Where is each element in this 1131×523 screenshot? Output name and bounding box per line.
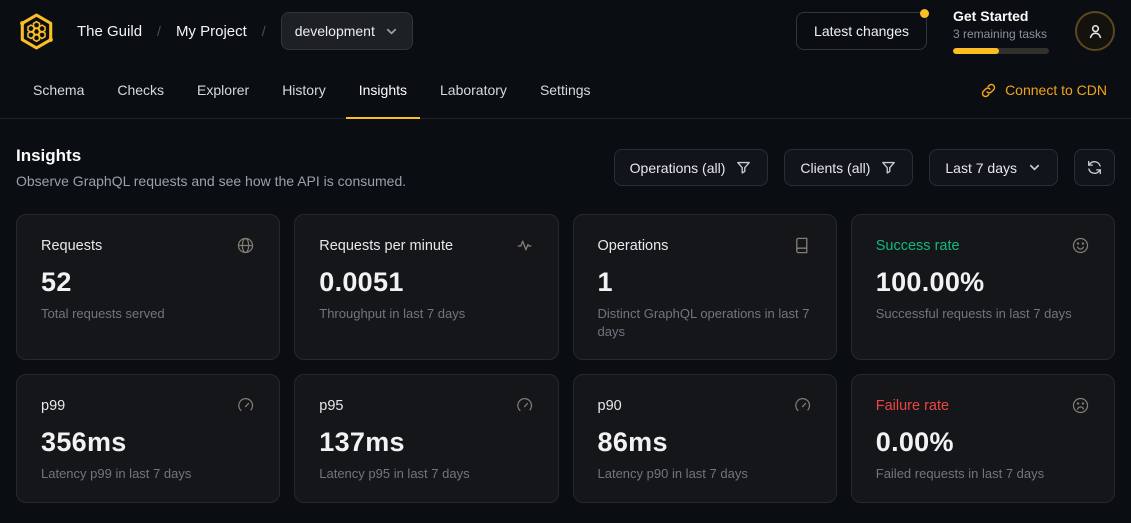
latest-changes-button[interactable]: Latest changes	[796, 12, 927, 50]
project-tabs: SchemaChecksExplorerHistoryInsightsLabor…	[20, 62, 604, 118]
stat-card-value: 52	[41, 267, 255, 298]
stat-card-description: Failed requests in last 7 days	[876, 465, 1090, 483]
stat-card-value: 137ms	[319, 427, 533, 458]
get-started-progress-fill	[953, 48, 999, 54]
stat-card: Requests 52 Total requests served	[16, 214, 280, 360]
book-icon	[793, 236, 812, 255]
link-icon	[980, 82, 997, 99]
stats-grid: Requests 52 Total requests served Reques…	[16, 214, 1115, 503]
operations-filter-button[interactable]: Operations (all)	[614, 149, 769, 186]
insights-page: Insights Observe GraphQL requests and se…	[0, 119, 1131, 503]
operations-filter-label: Operations (all)	[630, 160, 726, 176]
app-header: The Guild / My Project / development Lat…	[0, 0, 1131, 62]
stat-card-description: Throughput in last 7 days	[319, 305, 533, 323]
stat-card-title: Success rate	[876, 238, 960, 254]
stat-card-description: Latency p95 in last 7 days	[319, 465, 533, 483]
stat-card: p95 137ms Latency p95 in last 7 days	[294, 374, 558, 503]
breadcrumb-project[interactable]: My Project	[176, 23, 247, 40]
stat-card-description: Latency p90 in last 7 days	[598, 465, 812, 483]
chevron-down-icon	[1027, 160, 1042, 175]
stat-card-title: Failure rate	[876, 398, 949, 414]
connect-to-cdn-label: Connect to CDN	[1005, 82, 1107, 98]
stat-card-title: Operations	[598, 238, 669, 254]
stat-card: Requests per minute 0.0051 Throughput in…	[294, 214, 558, 360]
date-range-label: Last 7 days	[945, 160, 1017, 176]
stat-card-title: p90	[598, 398, 622, 414]
stat-card: Success rate 100.00% Successful requests…	[851, 214, 1115, 360]
target-select[interactable]: development	[281, 12, 413, 50]
user-icon	[1086, 22, 1105, 41]
refresh-button[interactable]	[1074, 149, 1115, 186]
tab-explorer[interactable]: Explorer	[184, 62, 262, 118]
breadcrumb: The Guild / My Project / development	[77, 12, 413, 50]
notification-dot	[920, 9, 929, 18]
stat-card: p90 86ms Latency p90 in last 7 days	[573, 374, 837, 503]
stat-card-description: Total requests served	[41, 305, 255, 323]
gauge-icon	[236, 396, 255, 415]
get-started-widget[interactable]: Get Started 3 remaining tasks	[953, 8, 1049, 53]
tab-checks[interactable]: Checks	[104, 62, 177, 118]
refresh-icon	[1086, 159, 1103, 176]
gauge-icon	[793, 396, 812, 415]
target-select-value: development	[295, 23, 375, 39]
chevron-down-icon	[384, 24, 399, 39]
stat-card-value: 0.00%	[876, 427, 1090, 458]
clients-filter-label: Clients (all)	[800, 160, 870, 176]
frown-icon	[1071, 396, 1090, 415]
avatar[interactable]	[1075, 11, 1115, 51]
breadcrumb-org[interactable]: The Guild	[77, 23, 142, 40]
tab-history[interactable]: History	[269, 62, 339, 118]
project-nav: SchemaChecksExplorerHistoryInsightsLabor…	[0, 62, 1131, 119]
stat-card-title: Requests	[41, 238, 102, 254]
stat-card: Failure rate 0.00% Failed requests in la…	[851, 374, 1115, 503]
latest-changes-label: Latest changes	[814, 23, 909, 39]
date-range-button[interactable]: Last 7 days	[929, 149, 1058, 186]
connect-to-cdn-link[interactable]: Connect to CDN	[980, 82, 1107, 99]
stat-card-title: p95	[319, 398, 343, 414]
stat-card: p99 356ms Latency p99 in last 7 days	[16, 374, 280, 503]
get-started-subtitle: 3 remaining tasks	[953, 27, 1049, 43]
get-started-progress-bar	[953, 48, 1049, 54]
stat-card-value: 100.00%	[876, 267, 1090, 298]
tab-laboratory[interactable]: Laboratory	[427, 62, 520, 118]
stat-card-value: 356ms	[41, 427, 255, 458]
page-subtitle: Observe GraphQL requests and see how the…	[16, 173, 406, 189]
stat-card-description: Successful requests in last 7 days	[876, 305, 1090, 323]
clients-filter-button[interactable]: Clients (all)	[784, 149, 913, 186]
tab-insights[interactable]: Insights	[346, 62, 420, 118]
breadcrumb-separator: /	[262, 23, 266, 39]
filter-icon	[880, 159, 897, 176]
globe-icon	[236, 236, 255, 255]
stat-card-title: Requests per minute	[319, 238, 453, 254]
tab-settings[interactable]: Settings	[527, 62, 604, 118]
activity-icon	[515, 236, 534, 255]
get-started-title: Get Started	[953, 8, 1049, 26]
stat-card-description: Distinct GraphQL operations in last 7 da…	[598, 305, 812, 340]
stat-card-value: 86ms	[598, 427, 812, 458]
stat-card-value: 0.0051	[319, 267, 533, 298]
page-title: Insights	[16, 146, 406, 166]
stat-card: Operations 1 Distinct GraphQL operations…	[573, 214, 837, 360]
stat-card-title: p99	[41, 398, 65, 414]
stat-card-value: 1	[598, 267, 812, 298]
breadcrumb-separator: /	[157, 23, 161, 39]
stat-card-description: Latency p99 in last 7 days	[41, 465, 255, 483]
gauge-icon	[515, 396, 534, 415]
tab-schema[interactable]: Schema	[20, 62, 97, 118]
filters-toolbar: Operations (all) Clients (all) Last 7 da…	[614, 149, 1115, 186]
smile-icon	[1071, 236, 1090, 255]
page-heading: Insights Observe GraphQL requests and se…	[16, 146, 406, 189]
hive-logo[interactable]	[16, 11, 57, 52]
filter-icon	[735, 159, 752, 176]
